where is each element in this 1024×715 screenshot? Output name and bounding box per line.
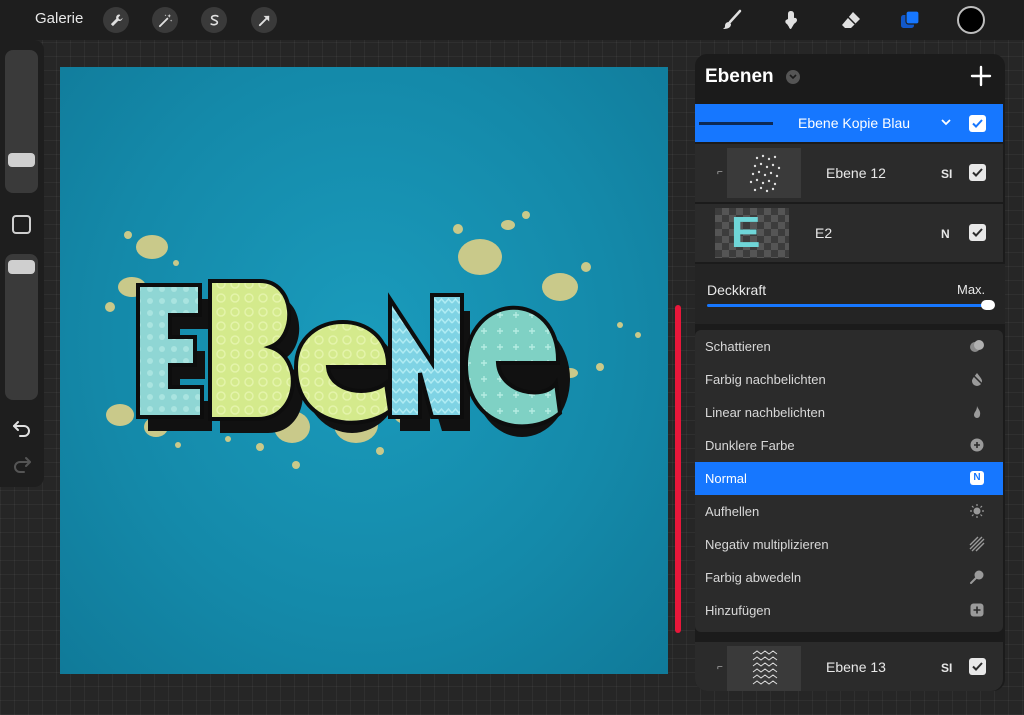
- layers-icon[interactable]: [897, 7, 923, 33]
- burn-icon: [971, 373, 983, 386]
- red-annotation-line: [675, 305, 681, 633]
- layer-row[interactable]: ⌐ Ebene 13 SI: [695, 642, 1003, 691]
- layer-thumbnail: [727, 148, 801, 198]
- opacity-handle[interactable]: [8, 260, 35, 274]
- opacity-label: Deckkraft: [707, 282, 767, 298]
- flame-icon: [974, 406, 981, 418]
- clipping-mask-icon: ⌐: [717, 167, 723, 178]
- top-toolbar: Galerie: [0, 0, 1024, 40]
- ebene-lettering: [136, 279, 570, 437]
- layer-blend-mode[interactable]: N: [941, 227, 950, 241]
- layer-thumbnail-line: [699, 122, 773, 125]
- layer-name: Ebene 12: [826, 165, 886, 181]
- layer-name: Ebene Kopie Blau: [798, 115, 911, 131]
- stripes-icon: [969, 536, 985, 552]
- layer-name: Ebene 13: [826, 659, 886, 675]
- blend-mode-item[interactable]: Farbig nachbelichten: [695, 363, 1003, 396]
- blend-mode-item[interactable]: Dunklere Farbe: [695, 429, 1003, 462]
- drawing-canvas[interactable]: [60, 67, 668, 674]
- opacity-slider-track[interactable]: [707, 304, 991, 307]
- layer-row[interactable]: E E2 N: [695, 204, 1003, 262]
- blend-mode-list: Schattieren Farbig nachbelichten Linear …: [695, 330, 1003, 632]
- layer-row[interactable]: ⌐ Ebene 12 SI: [695, 144, 1003, 202]
- blend-mode-item[interactable]: Schattieren: [695, 330, 1003, 363]
- dodge-icon: [970, 570, 984, 584]
- brush-icon[interactable]: [719, 7, 745, 33]
- redo-icon[interactable]: [11, 453, 33, 475]
- brush-size-handle[interactable]: [8, 153, 35, 167]
- opacity-control: Deckkraft Max.: [695, 264, 1005, 324]
- layer-visibility-checkbox[interactable]: [969, 224, 986, 241]
- blend-mode-item[interactable]: Linear nachbelichten: [695, 396, 1003, 429]
- left-sidebar: [0, 40, 44, 487]
- chevron-down-icon[interactable]: [941, 119, 951, 126]
- add-layer-icon[interactable]: [969, 64, 993, 88]
- layer-visibility-checkbox[interactable]: [969, 115, 986, 132]
- selection-icon[interactable]: [201, 7, 227, 33]
- chevron-down-icon[interactable]: [786, 70, 800, 84]
- layer-thumbnail: [727, 646, 801, 691]
- opacity-slider[interactable]: [5, 254, 38, 400]
- blend-mode-item[interactable]: Aufhellen: [695, 495, 1003, 528]
- wrench-icon[interactable]: [103, 7, 129, 33]
- opacity-value: Max.: [957, 282, 986, 297]
- blend-mode-label: Linear nachbelichten: [705, 405, 825, 420]
- brush-size-slider[interactable]: [5, 50, 38, 193]
- blend-mode-item[interactable]: Hinzufügen: [695, 594, 1003, 627]
- smudge-icon[interactable]: [778, 7, 804, 33]
- blend-mode-item-selected[interactable]: Normal N: [695, 462, 1003, 495]
- layer-visibility-checkbox[interactable]: [969, 164, 986, 181]
- gallery-button[interactable]: Galerie: [35, 10, 83, 27]
- plus-circle-icon: [970, 438, 984, 452]
- layer-blend-mode[interactable]: SI: [941, 661, 952, 675]
- layer-visibility-checkbox[interactable]: [969, 658, 986, 675]
- magic-wand-icon[interactable]: [152, 7, 178, 33]
- plus-square-icon: [970, 603, 984, 617]
- blend-mode-label: Negativ multiplizieren: [705, 537, 829, 552]
- blend-mode-item[interactable]: Negativ multiplizieren: [695, 528, 1003, 561]
- blend-mode-label: Farbig abwedeln: [705, 570, 802, 585]
- half-circles-icon: [970, 340, 984, 352]
- canvas-artwork: [105, 211, 641, 469]
- color-picker-button[interactable]: [957, 6, 985, 34]
- blend-mode-label: Hinzufügen: [705, 603, 771, 618]
- blend-mode-label: Normal: [705, 471, 747, 486]
- layer-thumbnail: E: [715, 208, 789, 258]
- blend-mode-label: Farbig nachbelichten: [705, 372, 826, 387]
- clipping-mask-icon: ⌐: [717, 662, 723, 673]
- layers-panel: Ebenen Ebene Kopie Blau ⌐ Ebene 12 SI E …: [695, 54, 1005, 691]
- thumbnail-letter: E: [731, 208, 761, 257]
- n-badge-icon: N: [970, 471, 984, 485]
- layers-panel-title: Ebenen: [705, 66, 774, 87]
- eraser-icon[interactable]: [838, 7, 864, 33]
- transform-arrow-icon[interactable]: [251, 7, 277, 33]
- blend-mode-label: Aufhellen: [705, 504, 760, 519]
- sun-icon: [970, 504, 984, 518]
- opacity-slider-knob[interactable]: [981, 300, 995, 310]
- undo-icon[interactable]: [11, 417, 33, 439]
- layer-name: E2: [815, 225, 833, 241]
- blend-mode-label: Dunklere Farbe: [705, 438, 795, 453]
- modify-square-button[interactable]: [12, 215, 31, 234]
- blend-mode-label: Schattieren: [705, 339, 771, 354]
- layer-blend-mode[interactable]: SI: [941, 167, 952, 181]
- layer-row-active[interactable]: Ebene Kopie Blau: [695, 104, 1003, 142]
- blend-mode-item[interactable]: Farbig abwedeln: [695, 561, 1003, 594]
